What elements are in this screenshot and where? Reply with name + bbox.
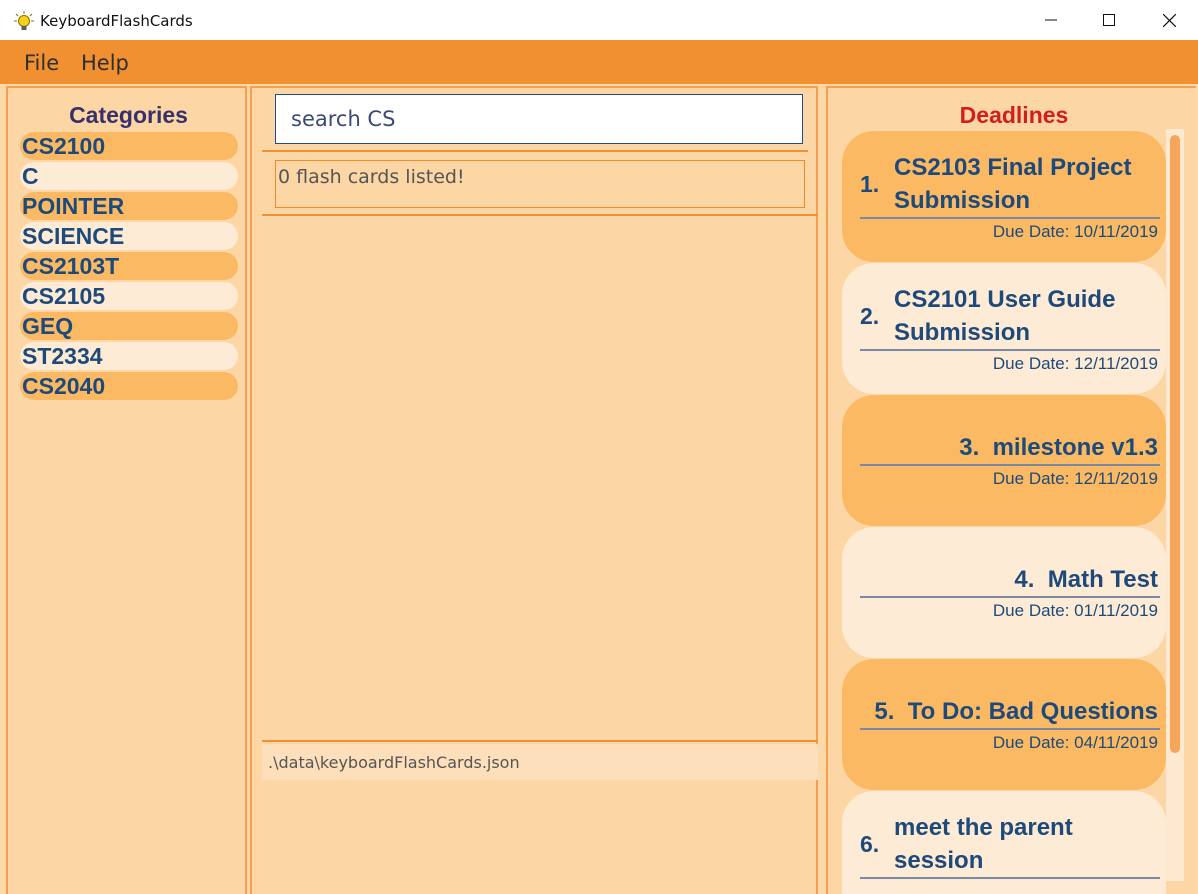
deadline-title: 4. Math Test xyxy=(1014,566,1158,593)
deadline-card[interactable]: 4. Math Test Due Date: 01/11/2019 xyxy=(842,527,1166,658)
category-item[interactable]: C xyxy=(20,162,238,190)
category-item[interactable]: CS2105 xyxy=(20,282,238,310)
deadline-title: 3. milestone v1.3 xyxy=(959,434,1158,461)
category-list: CS2100 C POINTER SCIENCE CS2103T CS2105 … xyxy=(20,132,238,402)
result-display: 0 flash cards listed! xyxy=(275,160,805,208)
deadline-title: CS2103 Final Project xyxy=(894,154,1132,181)
flashcard-panel: 0 flash cards listed! .\data\keyboardFla… xyxy=(250,86,818,894)
deadlines-title: Deadlines xyxy=(959,102,1069,128)
minimize-icon xyxy=(1045,19,1057,21)
status-bar-path: .\data\keyboardFlashCards.json xyxy=(262,744,818,780)
divider xyxy=(860,349,1160,351)
divider xyxy=(860,877,1160,879)
deadlines-panel: Deadlines 1. CS2103 Final Project Submis… xyxy=(826,86,1196,894)
app-body: Categories CS2100 C POINTER SCIENCE CS21… xyxy=(0,84,1198,894)
deadline-due-date: Due Date: 01/11/2019 xyxy=(992,601,1158,620)
scrollbar-thumb[interactable] xyxy=(1170,135,1180,753)
category-item[interactable]: ST2334 xyxy=(20,342,238,370)
menu-file[interactable]: File xyxy=(24,51,59,75)
category-item[interactable]: POINTER xyxy=(20,192,238,220)
deadline-title-line2: Submission xyxy=(894,187,1031,214)
maximize-button[interactable] xyxy=(1080,0,1138,40)
window-title: KeyboardFlashCards xyxy=(40,12,193,30)
deadline-card[interactable]: 3. milestone v1.3 Due Date: 12/11/2019 xyxy=(842,395,1166,526)
deadline-due-date: Due Date: 04/11/2019 xyxy=(992,733,1158,752)
menu-bar: File Help xyxy=(0,40,1198,84)
deadline-due-date: Due Date: 12/11/2019 xyxy=(992,469,1158,488)
category-item[interactable]: SCIENCE xyxy=(20,222,238,250)
deadline-title-line2: Submission xyxy=(894,319,1031,346)
deadline-title: 5. To Do: Bad Questions xyxy=(874,698,1158,725)
deadline-title: CS2101 User Guide xyxy=(894,286,1116,313)
categories-panel: Categories CS2100 C POINTER SCIENCE CS21… xyxy=(6,86,247,894)
divider xyxy=(860,728,1160,730)
category-item[interactable]: CS2100 xyxy=(20,132,238,160)
deadline-due-date: Due Date: 10/11/2019 xyxy=(992,222,1158,241)
deadline-card[interactable]: 6. meet the parent session xyxy=(842,791,1166,894)
divider xyxy=(860,596,1160,598)
deadline-number: 1. xyxy=(860,171,880,197)
deadline-card[interactable]: 5. To Do: Bad Questions Due Date: 04/11/… xyxy=(842,659,1166,790)
lightbulb-icon xyxy=(14,11,34,31)
deadline-card[interactable]: 2. CS2101 User Guide Submission Due Date… xyxy=(842,263,1166,394)
close-icon xyxy=(1162,13,1176,27)
search-area xyxy=(262,88,808,152)
deadline-card[interactable]: 1. CS2103 Final Project Submission Due D… xyxy=(842,131,1166,262)
divider xyxy=(860,217,1160,219)
categories-title: Categories xyxy=(69,102,188,128)
deadlines-scrollbar[interactable] xyxy=(1166,129,1184,881)
command-input[interactable] xyxy=(275,94,803,144)
menu-help[interactable]: Help xyxy=(81,51,129,75)
close-button[interactable] xyxy=(1140,0,1198,40)
deadline-number: 6. xyxy=(860,831,880,857)
deadline-title-line2: session xyxy=(894,847,984,874)
category-item[interactable]: CS2040 xyxy=(20,372,238,400)
category-item[interactable]: CS2103T xyxy=(20,252,238,280)
category-item[interactable]: GEQ xyxy=(20,312,238,340)
window-title-bar: KeyboardFlashCards xyxy=(0,0,1198,40)
maximize-icon xyxy=(1103,14,1115,26)
flashcard-list[interactable] xyxy=(262,216,818,742)
divider xyxy=(860,464,1160,466)
minimize-button[interactable] xyxy=(1022,0,1080,40)
deadline-number: 2. xyxy=(860,303,880,329)
deadline-due-date: Due Date: 12/11/2019 xyxy=(992,354,1158,373)
deadline-title: meet the parent xyxy=(894,814,1073,841)
